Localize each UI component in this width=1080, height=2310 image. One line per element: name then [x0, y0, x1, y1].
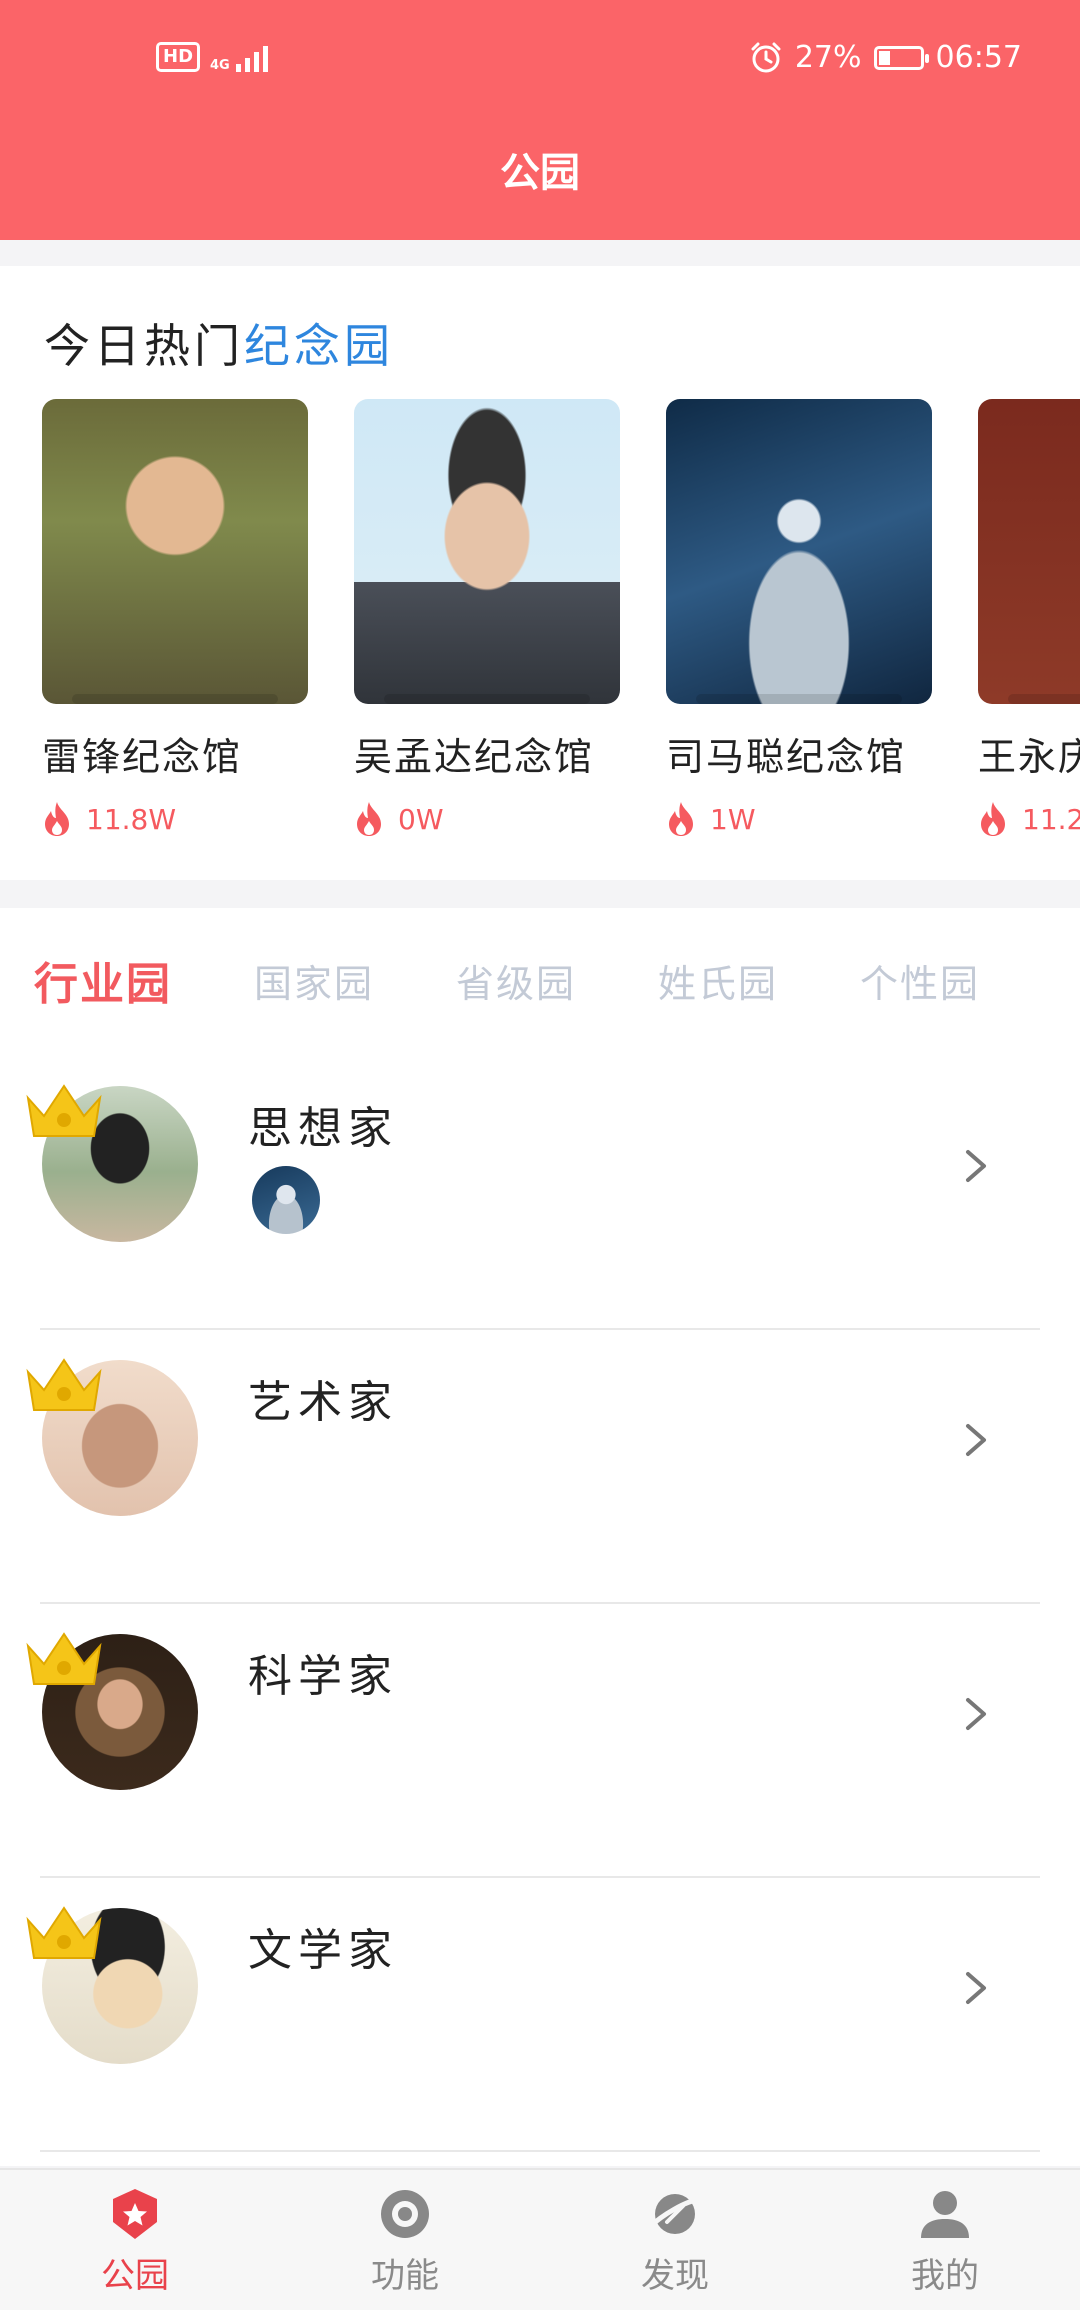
- app-header: HD 4G 27% 06:57 公园: [0, 0, 1080, 240]
- memorial-heat: 1W: [666, 801, 932, 837]
- memorial-card[interactable]: 雷锋纪念馆 11.8W: [42, 399, 308, 837]
- tabbar-label: 发现: [641, 2256, 709, 2296]
- memorial-heat: 11.8W: [42, 801, 308, 837]
- memorial-name: 司马聪纪念馆: [666, 735, 907, 779]
- memorial-name: 吴孟达纪念馆: [354, 735, 595, 779]
- page-title: 公园: [500, 150, 580, 196]
- tabbar-label: 我的: [911, 2256, 979, 2296]
- category-row-thinkers[interactable]: 思想家: [0, 1056, 1080, 1330]
- memorial-card[interactable]: 司马聪纪念馆 1W: [666, 399, 932, 837]
- status-bar-left: HD 4G: [156, 42, 268, 72]
- crown-icon: [26, 1084, 102, 1137]
- memorial-heat-value: 0W: [398, 802, 444, 836]
- tab-national[interactable]: 国家园: [254, 953, 374, 1008]
- bottom-tab-bar: 公园 功能 发现 我的: [0, 2168, 1080, 2310]
- member-thumbnail[interactable]: [252, 1166, 320, 1234]
- tabbar-label: 公园: [101, 2256, 169, 2296]
- hot-title-highlight: 纪念园: [244, 319, 394, 373]
- category-title: 思想家: [248, 1103, 398, 1154]
- signal-icon: 4G: [210, 42, 268, 72]
- status-time: 06:57: [935, 40, 1022, 75]
- tab-surname[interactable]: 姓氏园: [658, 953, 778, 1008]
- memorial-photo[interactable]: [666, 399, 932, 704]
- memorial-name: 雷锋纪念馆: [42, 735, 243, 779]
- battery-icon: [873, 45, 929, 70]
- status-bar-right: 27% 06:57: [749, 40, 1022, 75]
- hot-section-title: 今日热门纪念园: [44, 310, 394, 376]
- hd-badge: HD: [156, 42, 201, 72]
- row-divider: [40, 2150, 1040, 2152]
- tab-industry[interactable]: 行业园: [34, 948, 172, 1012]
- tabbar-label: 功能: [371, 2256, 439, 2296]
- crown-icon: [26, 1358, 102, 1411]
- tab-provincial[interactable]: 省级园: [456, 953, 576, 1008]
- memorial-name: 王永庆: [978, 735, 1080, 779]
- alarm-icon: [751, 42, 781, 72]
- chevron-right-icon: [966, 1150, 986, 1182]
- memorial-heat: 11.2W: [978, 801, 1080, 837]
- fire-icon: [669, 802, 693, 836]
- category-list: 思想家 艺术家 科学家 文学家: [0, 1056, 1080, 2152]
- crown-icon: [26, 1906, 102, 1959]
- crown-icon: [26, 1632, 102, 1685]
- fire-icon: [357, 802, 381, 836]
- network-type: 4G: [210, 58, 230, 73]
- category-row-scientists[interactable]: 科学家: [0, 1604, 1080, 1878]
- category-title: 艺术家: [248, 1377, 398, 1428]
- memorial-photo[interactable]: [978, 399, 1080, 704]
- battery-fill: [878, 50, 891, 65]
- tabbar-item-park[interactable]: 公园: [0, 2170, 270, 2310]
- battery-percent: 27%: [794, 40, 862, 75]
- garden-tabs: 行业园 国家园 省级园 姓氏园 个性园: [34, 948, 1062, 1012]
- fire-icon: [45, 802, 69, 836]
- memorial-photo[interactable]: [42, 399, 308, 704]
- fire-icon: [981, 802, 1005, 836]
- memorial-heat-value: 1W: [710, 802, 756, 836]
- tabbar-item-discover[interactable]: 发现: [540, 2170, 810, 2310]
- chevron-right-icon: [966, 1698, 986, 1730]
- memorial-heat-value: 11.2W: [1022, 802, 1080, 836]
- chevron-right-icon: [966, 1972, 986, 2004]
- user-icon: [921, 2191, 969, 2238]
- memorial-heat: 0W: [354, 801, 620, 837]
- tabbar-item-function[interactable]: 功能: [270, 2170, 540, 2310]
- category-title: 文学家: [248, 1925, 398, 1976]
- tab-personal[interactable]: 个性园: [860, 953, 980, 1008]
- hot-memorials-section: 今日热门纪念园 雷锋纪念馆 11.8W 吴孟达纪念馆 0W 司马聪纪念馆 1W: [0, 266, 1080, 880]
- garden-categories-section: 行业园 国家园 省级园 姓氏园 个性园 思想家 艺术家 科学家 文学家: [0, 908, 1080, 2166]
- park-star-icon: [113, 2189, 157, 2239]
- chevron-right-icon: [966, 1424, 986, 1456]
- memorial-photo[interactable]: [354, 399, 620, 704]
- hot-cards-carousel[interactable]: 雷锋纪念馆 11.8W 吴孟达纪念馆 0W 司马聪纪念馆 1W 王永庆 11.2: [42, 399, 1080, 837]
- category-row-artists[interactable]: 艺术家: [0, 1330, 1080, 1604]
- memorial-heat-value: 11.8W: [86, 802, 177, 836]
- discover-planet-icon: [648, 2194, 702, 2234]
- memorial-card[interactable]: 吴孟达纪念馆 0W: [354, 399, 620, 837]
- memorial-card[interactable]: 王永庆 11.2W: [978, 399, 1080, 837]
- category-row-writers[interactable]: 文学家: [0, 1878, 1080, 2152]
- tabbar-item-mine[interactable]: 我的: [810, 2170, 1080, 2310]
- hot-title-prefix: 今日热门: [44, 319, 244, 373]
- category-title: 科学家: [248, 1651, 398, 1702]
- function-target-icon: [381, 2190, 429, 2238]
